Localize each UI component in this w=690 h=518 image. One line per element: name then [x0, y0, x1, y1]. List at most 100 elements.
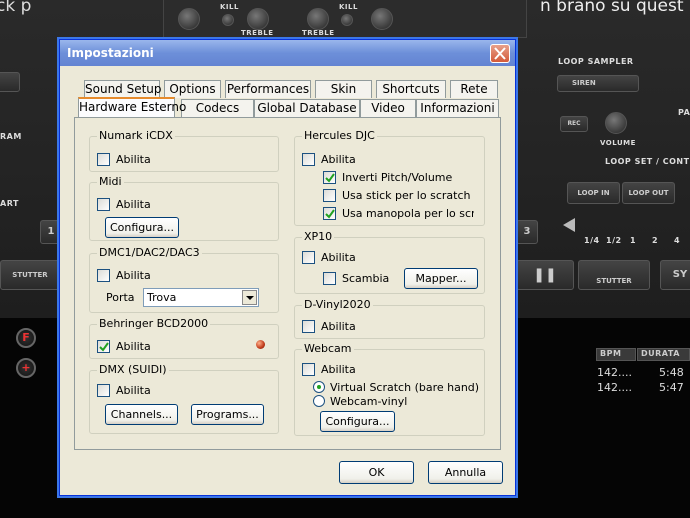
eq-knob-2[interactable] — [371, 8, 393, 30]
kill-knob-right[interactable] — [341, 14, 353, 26]
dialog-title: Impostazioni — [67, 46, 154, 60]
webcam-group-title: Webcam — [302, 342, 354, 355]
loop-fraction-3[interactable]: 1 — [630, 236, 636, 245]
eq-knob-1[interactable] — [178, 8, 200, 30]
tab-skin[interactable]: Skin — [315, 80, 372, 98]
dialog-title-bar[interactable]: Impostazioni — [60, 40, 515, 66]
tab-video[interactable]: Video — [360, 99, 416, 117]
xp10-mapper-button[interactable]: Mapper... — [404, 268, 478, 289]
xp10-group-title: XP10 — [302, 230, 335, 243]
checkbox-box[interactable] — [302, 251, 315, 264]
midi-group-title: Midi — [97, 175, 124, 188]
checkbox-box[interactable] — [97, 153, 110, 166]
treble-knob-left[interactable] — [247, 8, 269, 30]
deck-right-title: n brano su quest — [540, 0, 684, 16]
dmc-enable-label: Abilita — [116, 269, 151, 282]
tab-performances[interactable]: Performances — [225, 80, 311, 98]
xp10-swap-label: Scambia — [342, 272, 390, 285]
tab-options[interactable]: Options — [164, 80, 221, 98]
loop-prev-icon[interactable] — [563, 218, 575, 232]
browser-folder-icon[interactable]: F — [16, 328, 36, 348]
ok-button[interactable]: OK — [339, 461, 414, 484]
checkbox-box[interactable] — [302, 320, 315, 333]
left-deck-selector[interactable] — [0, 72, 20, 92]
start-label: ART — [0, 199, 19, 208]
tab-codecs[interactable]: Codecs — [181, 99, 254, 117]
tab-sound-setup[interactable]: Sound Setup — [84, 80, 162, 98]
checkbox-box[interactable] — [323, 272, 336, 285]
radio-button[interactable] — [313, 395, 325, 407]
cancel-button[interactable]: Annulla — [428, 461, 503, 484]
tab-informazioni[interactable]: Informazioni — [416, 99, 499, 117]
row2-bpm: 142.... — [597, 381, 632, 394]
status-led-icon — [256, 340, 265, 349]
dmx-group: DMX (SUIDI) Abilita Channels... Programs… — [89, 363, 279, 434]
browser-add-icon[interactable]: + — [16, 358, 36, 378]
volume-knob[interactable] — [605, 112, 627, 134]
checkbox-box[interactable] — [97, 269, 110, 282]
dmc-port-value: Trova — [147, 291, 177, 304]
ram-label: RAM — [0, 132, 22, 141]
checkbox-box[interactable] — [323, 171, 336, 184]
hardware-tab-content: Numark iCDX Abilita Midi Abilita Configu… — [75, 118, 500, 449]
checkmark-icon — [99, 342, 109, 352]
loop-fraction-4[interactable]: 2 — [652, 236, 658, 245]
dvinyl-group-title: D-Vinyl2020 — [302, 298, 373, 311]
hercules-group-title: Hercules DJC — [302, 129, 377, 142]
durata-column-header[interactable]: DURATA — [637, 348, 690, 361]
xp10-enable-label: Abilita — [321, 251, 356, 264]
loop-fraction-5[interactable]: 4 — [674, 236, 680, 245]
radio-button[interactable] — [313, 381, 325, 393]
dmx-channels-button[interactable]: Channels... — [105, 404, 178, 425]
dmx-programs-button[interactable]: Programs... — [191, 404, 264, 425]
webcam-enable-label: Abilita — [321, 363, 356, 376]
chevron-down-icon[interactable] — [242, 290, 257, 305]
webcam-configure-button[interactable]: Configura... — [320, 411, 395, 432]
row1-bpm: 142.... — [597, 366, 632, 379]
tab-shortcuts[interactable]: Shortcuts — [376, 80, 446, 98]
stutter-button-right[interactable]: STUTTER — [578, 260, 650, 290]
checkbox-box[interactable] — [302, 363, 315, 376]
tab-global-database[interactable]: Global Database — [254, 99, 360, 117]
checkbox-box[interactable] — [302, 153, 315, 166]
checkbox-box[interactable] — [97, 340, 110, 353]
checkbox-box[interactable] — [97, 384, 110, 397]
sync-button[interactable]: SY — [660, 260, 690, 290]
numark-enable-label: Abilita — [116, 153, 151, 166]
bpm-column-header[interactable]: BPM — [596, 348, 636, 361]
tab-rete[interactable]: Rete — [450, 80, 498, 98]
radio-selected-dot-icon — [317, 385, 321, 389]
checkbox-box[interactable] — [323, 207, 336, 220]
checkbox-box[interactable] — [323, 189, 336, 202]
stutter-button-left[interactable]: STUTTER — [0, 260, 60, 290]
behringer-enable-label: Abilita — [116, 340, 151, 353]
loop-set-label: LOOP SET / CONT — [605, 157, 690, 166]
pause-button[interactable]: ❚❚ — [516, 260, 574, 290]
loop-fraction-1[interactable]: 1/4 — [584, 236, 600, 245]
hercules-stick-label: Usa stick per lo scratch — [342, 189, 471, 202]
treble-knob-right[interactable] — [307, 8, 329, 30]
kill-label-right: KILL — [339, 3, 358, 11]
checkbox-box[interactable] — [97, 198, 110, 211]
close-button[interactable] — [490, 44, 510, 63]
hercules-group: Hercules DJC Abilita Inverti Pitch/Volum… — [294, 129, 485, 226]
hercules-knob-label: Usa manopola per lo scratcl — [342, 207, 474, 220]
tab-hardware-esterno[interactable]: Hardware Esterno — [78, 97, 186, 117]
rec-button[interactable]: REC — [560, 116, 588, 132]
dmx-enable-label: Abilita — [116, 384, 151, 397]
sampler-select[interactable]: SIREN — [557, 75, 639, 92]
treble-label-right: TREBLE — [302, 29, 335, 37]
webcam-virtual-label: Virtual Scratch (bare hand) — [330, 381, 480, 394]
deck-left-title: ck p — [0, 0, 32, 16]
deck-number-right[interactable]: 3 — [516, 220, 538, 244]
dmc-port-select[interactable]: Trova — [143, 288, 259, 307]
loop-fraction-2[interactable]: 1/2 — [606, 236, 622, 245]
behringer-group-title: Behringer BCD2000 — [97, 317, 211, 330]
midi-configure-button[interactable]: Configura... — [105, 217, 179, 238]
loop-in-button[interactable]: LOOP IN — [567, 182, 620, 204]
kill-knob-left[interactable] — [222, 14, 234, 26]
loop-sampler-label: LOOP SAMPLER — [558, 57, 634, 66]
loop-out-button[interactable]: LOOP OUT — [622, 182, 675, 204]
checkmark-icon — [325, 209, 335, 219]
row1-durata: 5:48 — [659, 366, 684, 379]
